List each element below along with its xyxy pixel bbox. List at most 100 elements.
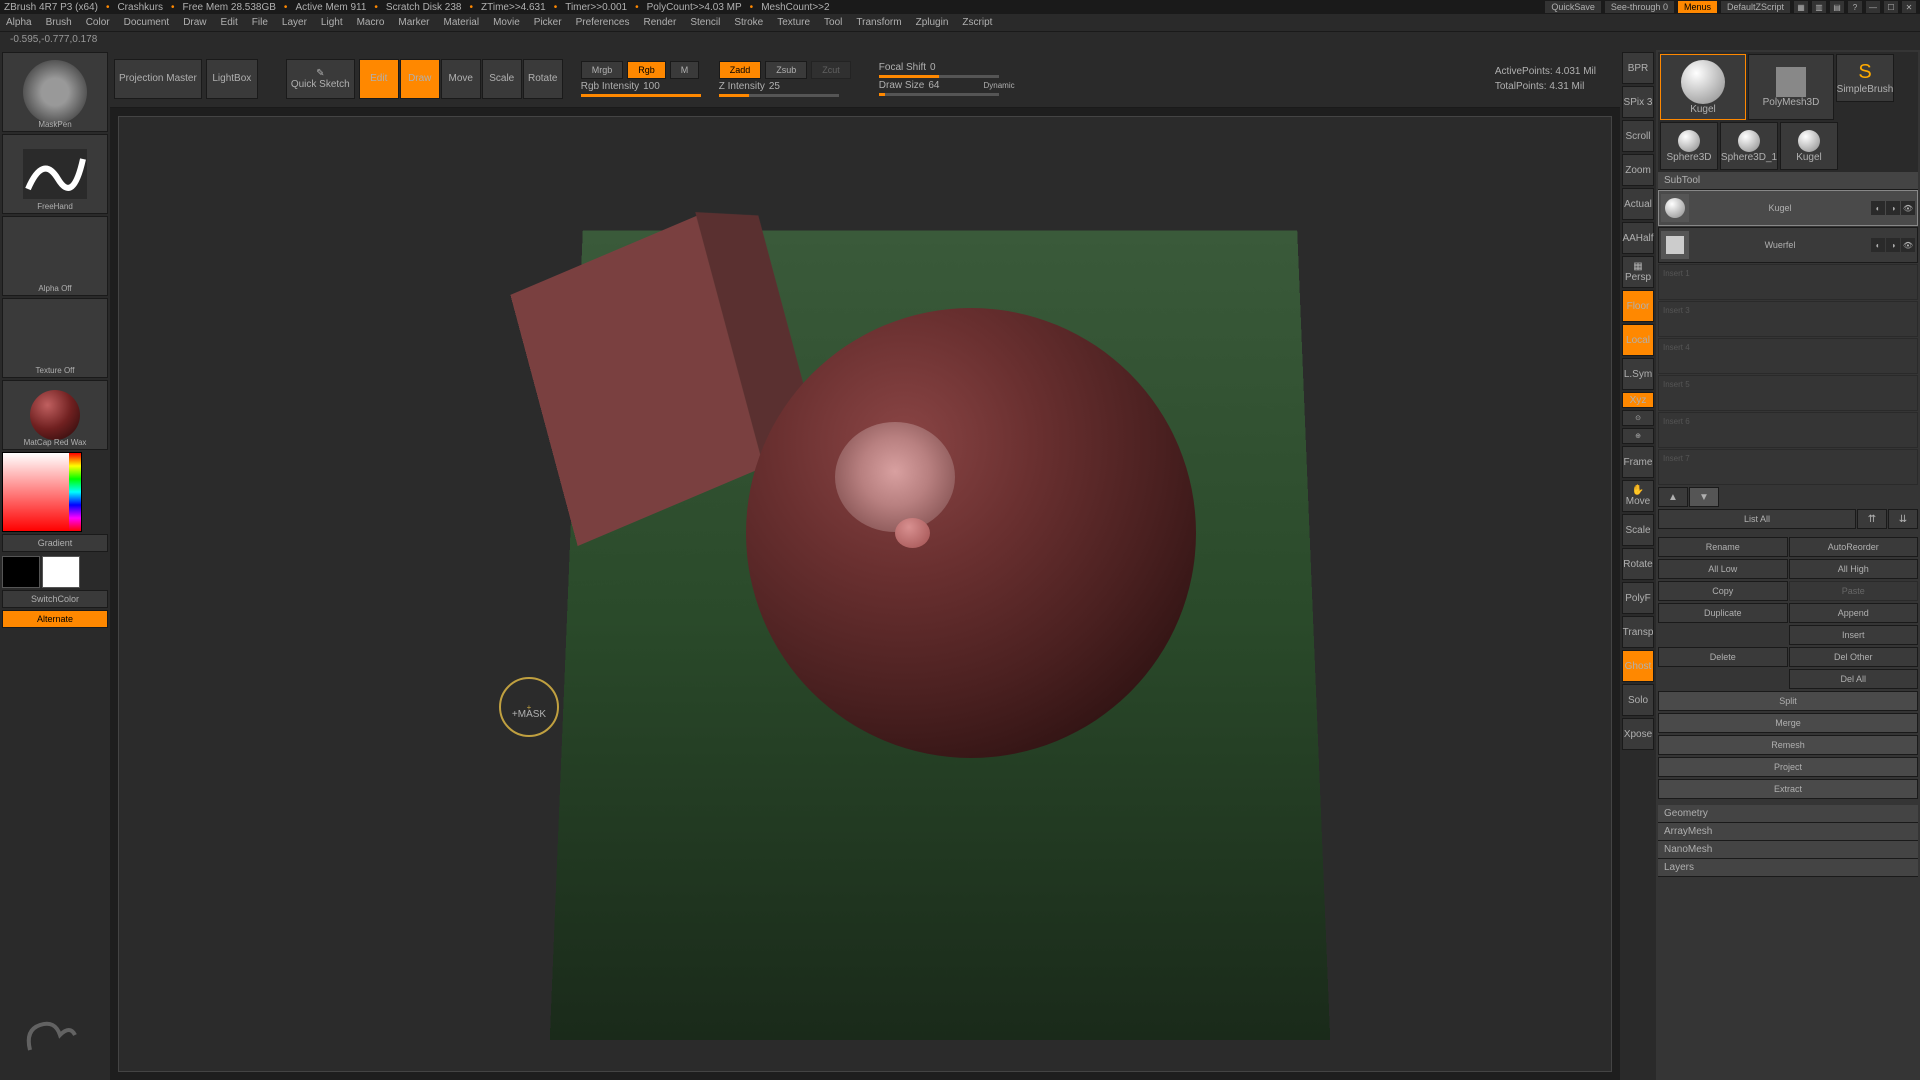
texture-selector[interactable]: Texture Off	[2, 298, 108, 378]
menu-file[interactable]: File	[252, 17, 268, 28]
polyf-button[interactable]: PolyF	[1622, 582, 1654, 614]
floor-button[interactable]: Floor	[1622, 290, 1654, 322]
menu-movie[interactable]: Movie	[493, 17, 520, 28]
subtool-slot[interactable]: Insert 5	[1658, 375, 1918, 411]
rgb-intensity-slider[interactable]	[581, 94, 701, 97]
menu-brush[interactable]: Brush	[46, 17, 72, 28]
autoreorder-button[interactable]: AutoReorder	[1789, 537, 1919, 557]
dynamic-label[interactable]: Dynamic	[983, 81, 1014, 90]
subtool-slot[interactable]: Insert 6	[1658, 412, 1918, 448]
menu-alpha[interactable]: Alpha	[6, 17, 32, 28]
paste-button[interactable]: Paste	[1789, 581, 1919, 601]
move-up-button[interactable]: ▲	[1658, 487, 1688, 507]
eye-icon[interactable]: 👁	[1901, 201, 1915, 215]
duplicate-button[interactable]: Duplicate	[1658, 603, 1788, 623]
layout-3-icon[interactable]: ▤	[1830, 1, 1844, 13]
solo-button[interactable]: Solo	[1622, 684, 1654, 716]
menu-zscript[interactable]: Zscript	[962, 17, 992, 28]
move-down-button[interactable]: ▼	[1689, 487, 1719, 507]
subtool-slot[interactable]: Insert 7	[1658, 449, 1918, 485]
color-picker[interactable]	[2, 452, 108, 532]
move-button[interactable]: Move	[441, 59, 481, 99]
menu-tool[interactable]: Tool	[824, 17, 842, 28]
menus-button[interactable]: Menus	[1678, 1, 1717, 13]
menu-edit[interactable]: Edit	[221, 17, 238, 28]
menu-stroke[interactable]: Stroke	[734, 17, 763, 28]
viewport[interactable]: +MASK	[118, 116, 1612, 1072]
alllow-button[interactable]: All Low	[1658, 559, 1788, 579]
subtool-header[interactable]: SubTool	[1658, 172, 1918, 190]
split-button[interactable]: Split	[1658, 691, 1918, 711]
zoom-button[interactable]: Zoom	[1622, 154, 1654, 186]
black-swatch[interactable]	[2, 556, 40, 588]
transp-button[interactable]: Transp	[1622, 616, 1654, 648]
z-intensity-value[interactable]: 25	[769, 81, 780, 92]
nav-scale-button[interactable]: Scale	[1622, 514, 1654, 546]
close-icon[interactable]: ✕	[1902, 1, 1916, 13]
delete-button[interactable]: Delete	[1658, 647, 1788, 667]
default-zscript[interactable]: DefaultZScript	[1721, 1, 1790, 13]
layers-header[interactable]: Layers	[1658, 859, 1918, 877]
all-up-button[interactable]: ⇈	[1857, 509, 1887, 529]
z-intensity-slider[interactable]	[719, 94, 839, 97]
subtool-item-kugel[interactable]: Kugel ◐ ◑ 👁	[1658, 190, 1918, 226]
eye-icon[interactable]: 👁	[1901, 238, 1915, 252]
insert-button[interactable]: Insert	[1789, 625, 1919, 645]
nav-move-button[interactable]: ✋Move	[1622, 480, 1654, 512]
paint2-icon[interactable]: ◑	[1886, 201, 1900, 215]
alternate-button[interactable]: Alternate	[2, 610, 108, 628]
project-button[interactable]: Project	[1658, 757, 1918, 777]
nav-rotate-button[interactable]: Rotate	[1622, 548, 1654, 580]
layout-2-icon[interactable]: ▥	[1812, 1, 1826, 13]
edit-button[interactable]: Edit	[359, 59, 399, 99]
subtool-slot[interactable]: Insert 1	[1658, 264, 1918, 300]
tool-sphere3d-1[interactable]: Sphere3D_1	[1720, 122, 1778, 170]
paint-icon[interactable]: ◐	[1871, 201, 1885, 215]
subtool-slot[interactable]: Insert 4	[1658, 338, 1918, 374]
xyz-button[interactable]: Xyz	[1622, 392, 1654, 408]
scale-button[interactable]: Scale	[482, 59, 522, 99]
tool-kugel-2[interactable]: Kugel	[1780, 122, 1838, 170]
nanomesh-header[interactable]: NanoMesh	[1658, 841, 1918, 859]
projection-master-button[interactable]: Projection Master	[114, 59, 202, 99]
delall-button[interactable]: Del All	[1789, 669, 1919, 689]
menu-texture[interactable]: Texture	[777, 17, 810, 28]
menu-transform[interactable]: Transform	[856, 17, 901, 28]
geometry-header[interactable]: Geometry	[1658, 805, 1918, 823]
menu-document[interactable]: Document	[124, 17, 170, 28]
rgb-intensity-value[interactable]: 100	[643, 81, 660, 92]
lightbox-button[interactable]: LightBox	[206, 59, 258, 99]
paint-icon[interactable]: ◐	[1871, 238, 1885, 252]
alpha-selector[interactable]: Alpha Off	[2, 216, 108, 296]
append-button[interactable]: Append	[1789, 603, 1919, 623]
subtool-slot[interactable]: Insert 3	[1658, 301, 1918, 337]
menu-zplugin[interactable]: Zplugin	[916, 17, 949, 28]
menu-material[interactable]: Material	[444, 17, 480, 28]
persp-button[interactable]: ▦Persp	[1622, 256, 1654, 288]
fit-button[interactable]: ⊕	[1622, 428, 1654, 444]
menu-layer[interactable]: Layer	[282, 17, 307, 28]
gradient-button[interactable]: Gradient	[2, 534, 108, 552]
white-swatch[interactable]	[42, 556, 80, 588]
all-down-button[interactable]: ⇊	[1888, 509, 1918, 529]
paint2-icon[interactable]: ◑	[1886, 238, 1900, 252]
zsub-button[interactable]: Zsub	[765, 61, 807, 79]
menu-render[interactable]: Render	[644, 17, 677, 28]
tool-polymesh[interactable]: PolyMesh3D	[1748, 54, 1834, 120]
menu-color[interactable]: Color	[86, 17, 110, 28]
rotate-button[interactable]: Rotate	[523, 59, 563, 99]
help-icon[interactable]: ?	[1848, 1, 1862, 13]
color-field[interactable]	[2, 452, 82, 532]
menu-light[interactable]: Light	[321, 17, 343, 28]
focal-shift-slider[interactable]	[879, 75, 999, 78]
zadd-button[interactable]: Zadd	[719, 61, 762, 79]
maximize-icon[interactable]: ☐	[1884, 1, 1898, 13]
menu-preferences[interactable]: Preferences	[576, 17, 630, 28]
frame-button[interactable]: Frame	[1622, 446, 1654, 478]
see-through[interactable]: See-through 0	[1605, 1, 1674, 13]
focal-shift-value[interactable]: 0	[930, 62, 936, 73]
subtool-item-wuerfel[interactable]: Wuerfel ◐ ◑ 👁	[1658, 227, 1918, 263]
menu-macro[interactable]: Macro	[357, 17, 385, 28]
menu-draw[interactable]: Draw	[183, 17, 206, 28]
menu-marker[interactable]: Marker	[398, 17, 429, 28]
